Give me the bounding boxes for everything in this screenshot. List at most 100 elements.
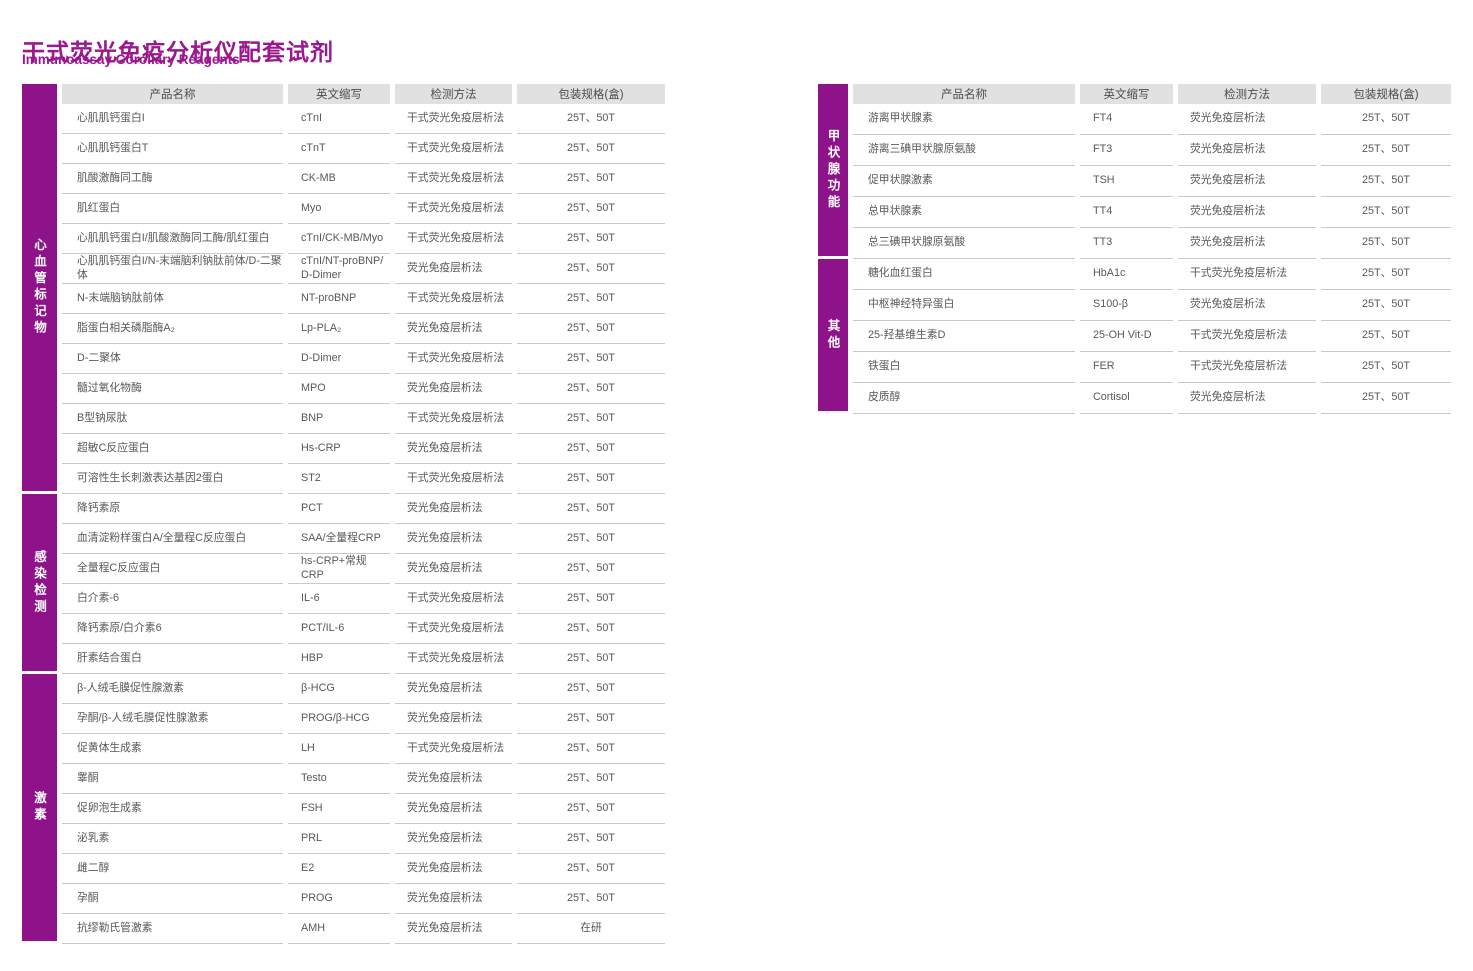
cell-package-spec: 25T、50T	[517, 284, 665, 314]
cell-english-abbreviation: PCT	[288, 494, 390, 524]
cell-package-spec: 25T、50T	[517, 764, 665, 794]
cell-package-spec: 25T、50T	[1321, 135, 1451, 166]
cell-package-spec: 25T、50T	[1321, 197, 1451, 228]
cell-english-abbreviation: D-Dimer	[288, 344, 390, 374]
column-header-product-name: 产品名称	[62, 84, 283, 104]
cell-detection-method: 干式荧光免疫层析法	[395, 284, 512, 314]
column-header-product-name: 产品名称	[853, 84, 1075, 104]
cell-product-name: 糖化血红蛋白	[853, 259, 1075, 290]
category-label-infection-detection: 感染检测	[30, 550, 49, 616]
cell-product-name: 肌酸激酶同工酶	[62, 164, 283, 194]
cell-product-name: 超敏C反应蛋白	[62, 434, 283, 464]
cell-product-name: 白介素-6	[62, 584, 283, 614]
cell-detection-method: 干式荧光免疫层析法	[395, 614, 512, 644]
cell-package-spec: 25T、50T	[517, 464, 665, 494]
cell-detection-method: 荧光免疫层析法	[395, 314, 512, 344]
cell-product-name: 髓过氧化物酶	[62, 374, 283, 404]
cell-english-abbreviation: cTnI/CK-MB/Myo	[288, 224, 390, 254]
cell-detection-method: 干式荧光免疫层析法	[395, 404, 512, 434]
page-subtitle: Immunoassay Corollary Reagents	[22, 52, 240, 67]
cell-english-abbreviation: PCT/IL-6	[288, 614, 390, 644]
cell-english-abbreviation: 25-OH Vit-D	[1080, 321, 1173, 352]
reagent-table-left: 产品名称英文缩写检测方法包装规格(盒)心血管标记物心肌肌钙蛋白IcTnI干式荧光…	[22, 84, 665, 944]
cell-detection-method: 干式荧光免疫层析法	[395, 734, 512, 764]
cell-product-name: 促甲状腺激素	[853, 166, 1075, 197]
cell-detection-method: 荧光免疫层析法	[395, 674, 512, 704]
cell-product-name: 心肌肌钙蛋白I/肌酸激酶同工酶/肌红蛋白	[62, 224, 283, 254]
cell-detection-method: 荧光免疫层析法	[1178, 166, 1316, 197]
cell-english-abbreviation: ST2	[288, 464, 390, 494]
cell-package-spec: 25T、50T	[517, 254, 665, 284]
cell-english-abbreviation: β-HCG	[288, 674, 390, 704]
category-band-cardiovascular-markers: 心血管标记物	[22, 84, 57, 491]
cell-product-name: 孕酮	[62, 884, 283, 914]
cell-english-abbreviation: Lp-PLA₂	[288, 314, 390, 344]
cell-package-spec: 25T、50T	[517, 374, 665, 404]
cell-english-abbreviation: Myo	[288, 194, 390, 224]
cell-product-name: 降钙素原	[62, 494, 283, 524]
category-label-hormones: 激素	[30, 791, 49, 824]
cell-product-name: 脂蛋白相关磷脂酶A₂	[62, 314, 283, 344]
cell-detection-method: 干式荧光免疫层析法	[395, 194, 512, 224]
category-band-thyroid-function: 甲状腺功能	[818, 84, 848, 256]
cell-package-spec: 25T、50T	[517, 494, 665, 524]
cell-detection-method: 荧光免疫层析法	[1178, 135, 1316, 166]
cell-detection-method: 荧光免疫层析法	[395, 914, 512, 944]
category-band-others: 其他	[818, 259, 848, 411]
cell-package-spec: 25T、50T	[517, 704, 665, 734]
cell-product-name: 游离三碘甲状腺原氨酸	[853, 135, 1075, 166]
cell-english-abbreviation: TSH	[1080, 166, 1173, 197]
cell-detection-method: 荧光免疫层析法	[395, 764, 512, 794]
cell-product-name: 25-羟基维生素D	[853, 321, 1075, 352]
cell-detection-method: 干式荧光免疫层析法	[1178, 352, 1316, 383]
cell-package-spec: 25T、50T	[1321, 352, 1451, 383]
cell-package-spec: 25T、50T	[517, 854, 665, 884]
cell-product-name: 雌二醇	[62, 854, 283, 884]
cell-detection-method: 荧光免疫层析法	[1178, 228, 1316, 259]
cell-english-abbreviation: FT3	[1080, 135, 1173, 166]
cell-package-spec: 在研	[517, 914, 665, 944]
cell-product-name: 游离甲状腺素	[853, 104, 1075, 135]
cell-package-spec: 25T、50T	[517, 404, 665, 434]
cell-english-abbreviation: PROG	[288, 884, 390, 914]
cell-product-name: 心肌肌钙蛋白I	[62, 104, 283, 134]
reagent-table-right: 产品名称英文缩写检测方法包装规格(盒)甲状腺功能游离甲状腺素FT4荧光免疫层析法…	[818, 84, 1451, 414]
cell-product-name: 总甲状腺素	[853, 197, 1075, 228]
column-header-english-abbreviation: 英文缩写	[288, 84, 390, 104]
cell-detection-method: 干式荧光免疫层析法	[395, 134, 512, 164]
cell-package-spec: 25T、50T	[517, 554, 665, 584]
cell-detection-method: 荧光免疫层析法	[395, 884, 512, 914]
category-band-hormones: 激素	[22, 674, 57, 941]
cell-english-abbreviation: S100-β	[1080, 290, 1173, 321]
cell-product-name: 全量程C反应蛋白	[62, 554, 283, 584]
cell-english-abbreviation: E2	[288, 854, 390, 884]
cell-detection-method: 荧光免疫层析法	[395, 524, 512, 554]
cell-product-name: 总三碘甲状腺原氨酸	[853, 228, 1075, 259]
cell-package-spec: 25T、50T	[517, 584, 665, 614]
cell-english-abbreviation: Hs-CRP	[288, 434, 390, 464]
cell-english-abbreviation: LH	[288, 734, 390, 764]
cell-detection-method: 干式荧光免疫层析法	[1178, 259, 1316, 290]
cell-product-name: 可溶性生长刺激表达基因2蛋白	[62, 464, 283, 494]
cell-detection-method: 荧光免疫层析法	[395, 824, 512, 854]
cell-english-abbreviation: cTnI	[288, 104, 390, 134]
cell-detection-method: 荧光免疫层析法	[1178, 290, 1316, 321]
cell-product-name: 降钙素原/白介素6	[62, 614, 283, 644]
category-label-thyroid-function: 甲状腺功能	[824, 129, 843, 212]
cell-package-spec: 25T、50T	[517, 194, 665, 224]
catalog-page: 干式荧光免疫分析仪配套试剂 Immunoassay Corollary Reag…	[0, 0, 1473, 971]
cell-package-spec: 25T、50T	[517, 614, 665, 644]
cell-english-abbreviation: PRL	[288, 824, 390, 854]
cell-package-spec: 25T、50T	[1321, 259, 1451, 290]
cell-english-abbreviation: cTnT	[288, 134, 390, 164]
cell-package-spec: 25T、50T	[1321, 383, 1451, 414]
cell-english-abbreviation: BNP	[288, 404, 390, 434]
column-header-detection-method: 检测方法	[395, 84, 512, 104]
cell-detection-method: 干式荧光免疫层析法	[395, 644, 512, 674]
cell-detection-method: 干式荧光免疫层析法	[395, 224, 512, 254]
cell-detection-method: 干式荧光免疫层析法	[395, 344, 512, 374]
cell-detection-method: 干式荧光免疫层析法	[395, 104, 512, 134]
cell-detection-method: 荧光免疫层析法	[1178, 197, 1316, 228]
cell-product-name: 肝素结合蛋白	[62, 644, 283, 674]
cell-product-name: 睾酮	[62, 764, 283, 794]
